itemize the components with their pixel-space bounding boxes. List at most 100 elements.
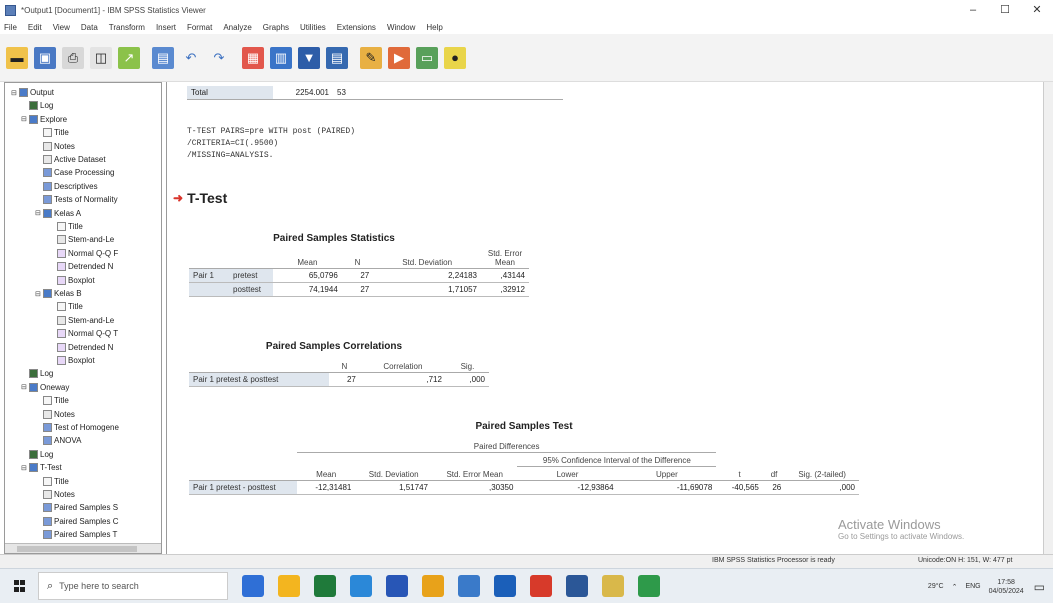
outline-item[interactable]: ⊟ Kelas A <box>35 208 81 219</box>
expand-toggle-icon[interactable]: ⊟ <box>21 383 29 391</box>
outline-item[interactable]: Title <box>49 221 83 232</box>
menu-file[interactable]: File <box>4 23 17 32</box>
outline-horizontal-scrollbar[interactable] <box>5 543 161 553</box>
menu-utilities[interactable]: Utilities <box>300 23 326 32</box>
designate-window-icon[interactable]: ✎ <box>360 46 382 69</box>
variables-icon[interactable]: ▤ <box>326 46 348 69</box>
taskbar-app-icon[interactable] <box>386 575 408 597</box>
menu-window[interactable]: Window <box>387 23 415 32</box>
outline-item[interactable]: Title <box>35 127 69 138</box>
expand-toggle-icon[interactable]: ⊟ <box>21 115 29 123</box>
outline-item[interactable]: Title <box>35 476 69 487</box>
tray-chevron-icon[interactable]: ⌃ <box>952 583 958 591</box>
maximize-button[interactable]: ☐ <box>989 0 1021 20</box>
taskbar-app-icon[interactable] <box>530 575 552 597</box>
taskbar-app-icon[interactable] <box>602 575 624 597</box>
menu-data[interactable]: Data <box>81 23 98 32</box>
outline-item[interactable]: ⊟ Kelas B <box>35 288 82 299</box>
clock[interactable]: 17:58 04/05/2024 <box>989 578 1024 596</box>
outline-item[interactable]: Log <box>21 368 53 379</box>
taskbar-app-icon[interactable] <box>494 575 516 597</box>
outline-item[interactable]: Tests of Normality <box>35 194 118 205</box>
taskbar-search-input[interactable]: ⌕ Type here to search <box>38 572 228 600</box>
goto-variable-icon[interactable]: ▼ <box>298 46 320 69</box>
outline-item[interactable]: Notes <box>35 141 75 152</box>
outline-item[interactable]: Case Processing <box>35 167 114 178</box>
goto-data-icon[interactable]: ▦ <box>242 46 264 69</box>
menu-analyze[interactable]: Analyze <box>223 23 251 32</box>
outline-item[interactable]: Title <box>49 301 83 312</box>
outline-item-label: Notes <box>54 141 75 151</box>
expand-toggle-icon[interactable]: ⊟ <box>21 464 29 472</box>
outline-item[interactable]: Normal Q-Q F <box>49 248 118 259</box>
menu-help[interactable]: Help <box>426 23 442 32</box>
outline-item[interactable]: Detrended N <box>49 342 113 353</box>
system-tray: 29°C ⌃ ENG 17:58 04/05/2024 ▭ <box>928 569 1045 603</box>
minimize-button[interactable]: – <box>957 0 989 20</box>
outline-item[interactable]: ⊟ Output <box>11 87 54 98</box>
menu-edit[interactable]: Edit <box>28 23 42 32</box>
taskbar-app-icon[interactable] <box>242 575 264 597</box>
outline-item[interactable]: ⊟ Oneway <box>21 382 69 393</box>
windows-start-icon[interactable] <box>14 580 26 592</box>
outline-item[interactable]: Notes <box>35 489 75 500</box>
taskbar-app-icon[interactable] <box>458 575 480 597</box>
language-indicator[interactable]: ENG <box>965 583 980 590</box>
outline-item[interactable]: Test of Homogene <box>35 422 119 433</box>
test-table-title: Paired Samples Test <box>475 421 573 432</box>
taskbar-app-icon[interactable] <box>278 575 300 597</box>
outline-item[interactable]: Paired Samples S <box>35 502 118 513</box>
outline-item-label: Title <box>68 222 83 231</box>
menu-insert[interactable]: Insert <box>156 23 176 32</box>
taskbar-app-icon[interactable] <box>422 575 444 597</box>
outline-item[interactable]: Log <box>21 100 53 111</box>
taskbar-app-icon[interactable] <box>314 575 336 597</box>
save-icon[interactable]: ▣ <box>34 46 56 69</box>
menu-extensions[interactable]: Extensions <box>337 23 376 32</box>
outline-item[interactable]: Stem-and-Le <box>49 234 114 245</box>
outline-item[interactable]: Detrended N <box>49 261 113 272</box>
outline-item[interactable]: ⊟ Explore <box>21 114 67 125</box>
outline-item[interactable]: Title <box>35 395 69 406</box>
outline-item[interactable]: Boxplot <box>49 275 95 286</box>
expand-toggle-icon[interactable]: ⊟ <box>35 209 43 217</box>
expand-toggle-icon[interactable]: ⊟ <box>11 89 19 97</box>
outline-item[interactable]: Active Dataset <box>35 154 106 165</box>
menu-graphs[interactable]: Graphs <box>263 23 289 32</box>
outline-item[interactable]: Stem-and-Le <box>49 315 114 326</box>
recall-dialog-icon[interactable]: ▤ <box>152 46 174 69</box>
export-icon[interactable]: ↗ <box>118 46 140 69</box>
outline-item[interactable]: Paired Samples C <box>35 516 118 527</box>
goto-case-icon[interactable]: ▥ <box>270 46 292 69</box>
taskbar-app-icon[interactable] <box>350 575 372 597</box>
notification-icon[interactable]: ▭ <box>1034 580 1045 594</box>
insert-heading-icon[interactable]: ● <box>444 46 466 69</box>
print-preview-icon[interactable]: ◫ <box>90 46 112 69</box>
taskbar-app-icon[interactable] <box>638 575 660 597</box>
outline-item[interactable]: Notes <box>35 409 75 420</box>
expand-toggle-icon[interactable]: ⊟ <box>35 290 43 298</box>
menu-format[interactable]: Format <box>187 23 212 32</box>
stats-cell: 1,71057 <box>373 282 481 297</box>
outline-item[interactable]: ⊟ T-Test <box>21 462 62 473</box>
outline-item[interactable]: Descriptives <box>35 181 98 192</box>
undo-icon[interactable]: ↶ <box>180 47 202 69</box>
menu-view[interactable]: View <box>53 23 70 32</box>
redo-icon[interactable]: ↷ <box>208 47 230 69</box>
outline-item[interactable]: ANOVA <box>35 435 81 446</box>
corr-cell: 27 <box>329 372 360 387</box>
insert-output-icon[interactable]: ▶ <box>388 46 410 69</box>
weather-temperature[interactable]: 29°C <box>928 583 944 590</box>
chart-icon <box>57 248 66 258</box>
menu-transform[interactable]: Transform <box>109 23 145 32</box>
close-button[interactable]: ✕ <box>1021 0 1053 20</box>
open-folder-icon[interactable]: ▬ <box>6 46 28 69</box>
insert-text-icon[interactable]: ▭ <box>416 46 438 69</box>
outline-item[interactable]: Normal Q-Q T <box>49 328 118 339</box>
outline-item[interactable]: Log <box>21 449 53 460</box>
print-icon[interactable]: ⎙ <box>62 46 84 69</box>
taskbar-app-icon[interactable] <box>566 575 588 597</box>
outline-item[interactable]: Paired Samples T <box>35 529 117 540</box>
output-vertical-scrollbar[interactable] <box>1043 82 1053 554</box>
outline-item[interactable]: Boxplot <box>49 355 95 366</box>
